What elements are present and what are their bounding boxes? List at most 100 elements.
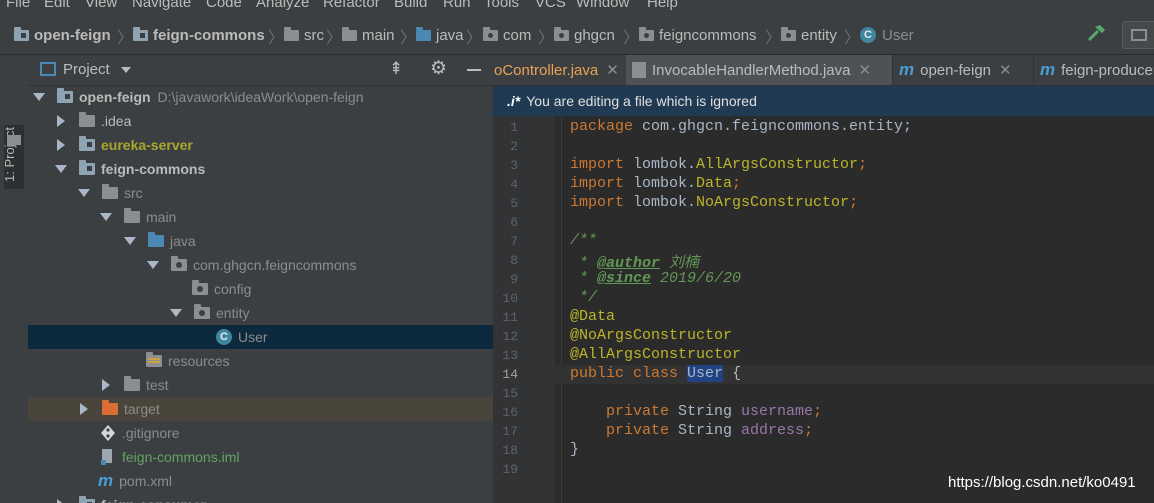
crumb-label: com xyxy=(503,26,532,44)
line-number: 8 xyxy=(510,253,518,268)
tree-item-src[interactable]: src xyxy=(28,181,493,205)
line-number: 3 xyxy=(510,158,518,173)
module-folder-icon xyxy=(79,496,95,503)
tree-item-iml[interactable]: feign-commons.iml xyxy=(28,445,493,469)
menu-analyze[interactable]: Analyze xyxy=(256,0,309,11)
package-icon xyxy=(171,256,187,271)
crumb-entity[interactable]: entity xyxy=(781,25,837,45)
package-icon xyxy=(639,26,654,41)
resources-folder-icon xyxy=(146,352,162,367)
tree-item-java[interactable]: java xyxy=(28,229,493,253)
tree-item-open-feign[interactable]: open-feign D:\javawork\ideaWork\open-fei… xyxy=(28,85,493,109)
menu-vcs[interactable]: VCS xyxy=(535,0,566,11)
tree-item-idea[interactable]: .idea xyxy=(28,109,493,133)
menu-code[interactable]: Code xyxy=(206,0,242,11)
tab-open-feign[interactable]: m open-feign ✕ xyxy=(893,55,1034,85)
tree-item-test[interactable]: test xyxy=(28,373,493,397)
close-icon[interactable]: ✕ xyxy=(606,61,619,79)
expand-arrow-icon[interactable] xyxy=(57,115,65,127)
line-number: 10 xyxy=(502,291,518,306)
tree-item-feign-consumer[interactable]: feign-consumer xyxy=(28,493,493,503)
expand-arrow-icon[interactable] xyxy=(57,499,65,503)
tree-item-target[interactable]: target xyxy=(28,397,493,421)
tab-invocable-handler-method[interactable]: InvocableHandlerMethod.java ✕ xyxy=(626,55,893,85)
expand-arrow-icon[interactable] xyxy=(33,93,45,101)
line-number: 16 xyxy=(502,405,518,420)
expand-arrow-icon[interactable] xyxy=(57,139,65,151)
gear-icon[interactable]: ⚙ xyxy=(430,57,447,80)
tab-feign-producer[interactable]: m feign-producer xyxy=(1034,55,1154,85)
menu-refactor[interactable]: Refactor xyxy=(323,0,380,11)
hide-panel-icon[interactable] xyxy=(467,69,481,71)
ignored-file-banner: .i* You are editing a file which is igno… xyxy=(493,86,1154,116)
tree-item-pom[interactable]: m pom.xml xyxy=(28,469,493,493)
crumb-user[interactable]: C User xyxy=(860,25,914,45)
crumb-open-feign[interactable]: open-feign xyxy=(14,25,111,45)
line-number: 12 xyxy=(502,329,518,344)
menu-navigate[interactable]: Navigate xyxy=(132,0,191,11)
tree-item-feign-commons[interactable]: feign-commons xyxy=(28,157,493,181)
menu-file[interactable]: File xyxy=(6,0,30,11)
close-icon[interactable]: ✕ xyxy=(999,61,1012,79)
crumb-java[interactable]: java xyxy=(416,25,464,45)
chevron-down-icon[interactable] xyxy=(121,67,131,73)
tree-item-gitignore[interactable]: .gitignore xyxy=(28,421,493,445)
run-configuration-icon[interactable] xyxy=(1122,21,1154,49)
tree-item-resources[interactable]: resources xyxy=(28,349,493,373)
expand-arrow-icon[interactable] xyxy=(147,261,159,269)
expand-arrow-icon[interactable] xyxy=(55,165,67,173)
tree-item-package[interactable]: com.ghgcn.feigncommons xyxy=(28,253,493,277)
tree-item-main[interactable]: main xyxy=(28,205,493,229)
code-line: /** xyxy=(570,232,598,249)
menu-help[interactable]: Help xyxy=(647,0,678,11)
line-number: 5 xyxy=(510,196,518,211)
expand-arrow-icon[interactable] xyxy=(170,309,182,317)
code-editor[interactable]: package com.ghgcn.feigncommons.entity; i… xyxy=(570,116,1154,503)
menu-view[interactable]: View xyxy=(85,0,117,11)
crumb-com[interactable]: com xyxy=(483,25,531,45)
chevron-right-icon: 〉 xyxy=(623,30,640,47)
line-number: 1 xyxy=(510,120,518,135)
package-icon xyxy=(194,304,210,319)
menu-edit[interactable]: Edit xyxy=(44,0,70,11)
menu-window[interactable]: Window xyxy=(576,0,629,11)
package-icon xyxy=(781,26,796,41)
tree-item-config[interactable]: config xyxy=(28,277,493,301)
expand-arrow-icon[interactable] xyxy=(100,213,112,221)
expand-arrow-icon[interactable] xyxy=(78,189,90,197)
crumb-feign-commons[interactable]: feign-commons xyxy=(133,25,265,45)
expand-arrow-icon[interactable] xyxy=(102,379,110,391)
code-line: private String address; xyxy=(570,422,814,439)
build-hammer-icon[interactable] xyxy=(1086,23,1108,45)
crumb-main[interactable]: main xyxy=(342,25,395,45)
tree-item-entity[interactable]: entity xyxy=(28,301,493,325)
crumb-label: java xyxy=(436,26,464,44)
folder-icon xyxy=(102,184,118,199)
crumb-src[interactable]: src xyxy=(284,25,324,45)
menu-run[interactable]: Run xyxy=(443,0,471,11)
collapse-all-icon[interactable]: ⇞ xyxy=(389,59,403,79)
close-icon[interactable]: ✕ xyxy=(858,61,871,79)
menu-tools[interactable]: Tools xyxy=(484,0,519,11)
project-view-title[interactable]: Project xyxy=(63,61,110,78)
tree-item-label: open-feign xyxy=(79,89,151,105)
tree-item-path: D:\javawork\ideaWork\open-feign xyxy=(157,89,364,105)
tree-item-eureka-server[interactable]: eureka-server xyxy=(28,133,493,157)
folder-icon xyxy=(342,26,357,41)
tab-label: InvocableHandlerMethod.java xyxy=(652,61,851,79)
crumb-ghgcn[interactable]: ghgcn xyxy=(554,25,615,45)
expand-arrow-icon[interactable] xyxy=(124,237,136,245)
code-line: import lombok.NoArgsConstructor; xyxy=(570,194,859,211)
menu-build[interactable]: Build xyxy=(394,0,427,11)
tree-item-label: feign-commons xyxy=(101,161,206,177)
tree-item-label: com.ghgcn.feigncommons xyxy=(193,257,357,273)
banner-message: You are editing a file which is ignored xyxy=(526,93,757,109)
line-number: 13 xyxy=(502,348,518,363)
tree-item-user[interactable]: C User xyxy=(28,325,493,349)
module-folder-icon xyxy=(79,160,95,175)
chevron-right-icon: 〉 xyxy=(466,30,483,47)
package-icon xyxy=(192,280,208,295)
tab-controller[interactable]: oController.java ✕ xyxy=(493,55,627,85)
expand-arrow-icon[interactable] xyxy=(80,403,88,415)
crumb-feigncommons[interactable]: feigncommons xyxy=(639,25,757,45)
